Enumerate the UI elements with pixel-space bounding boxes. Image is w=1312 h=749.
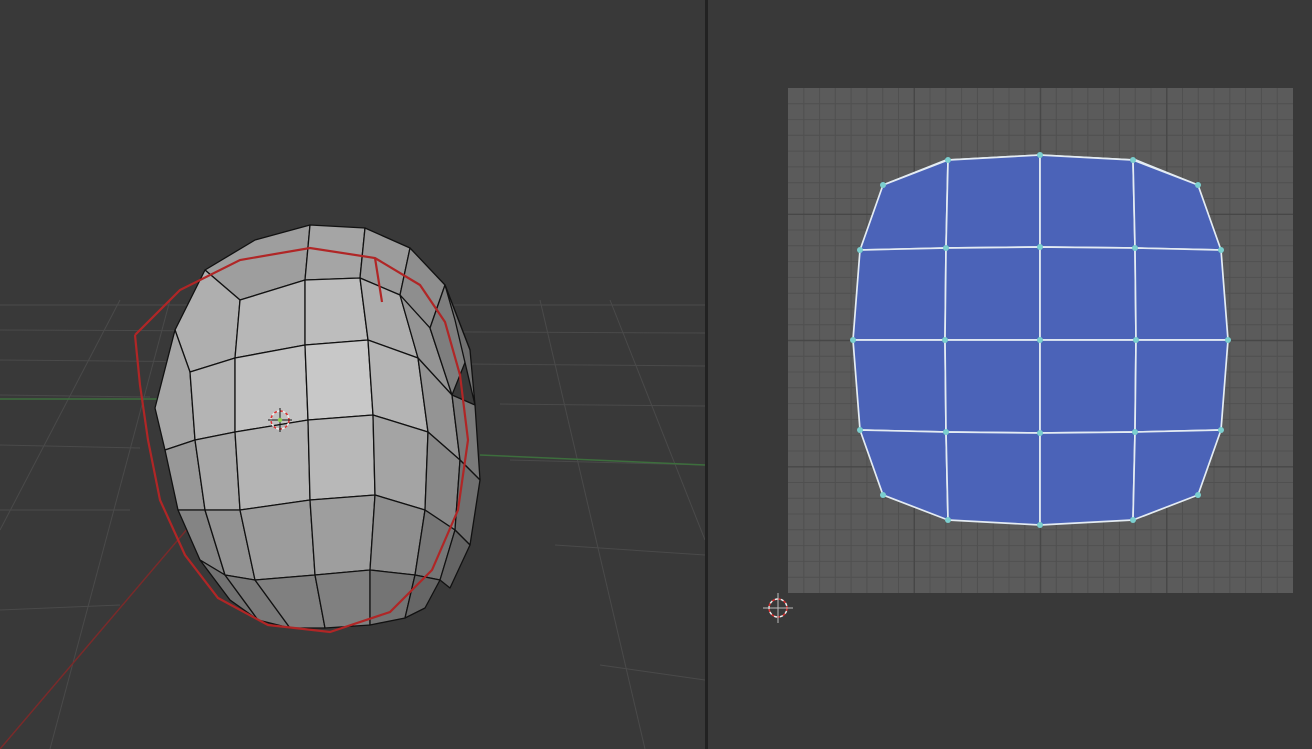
cursor-2d <box>763 593 793 623</box>
viewport-3d[interactable] <box>0 0 708 749</box>
uv-editor-canvas[interactable] <box>708 0 1312 749</box>
x-axis-2 <box>500 260 705 335</box>
viewport-3d-canvas[interactable] <box>0 0 705 749</box>
uv-editor[interactable] <box>708 0 1312 749</box>
quad-sphere-mesh[interactable] <box>155 225 480 628</box>
